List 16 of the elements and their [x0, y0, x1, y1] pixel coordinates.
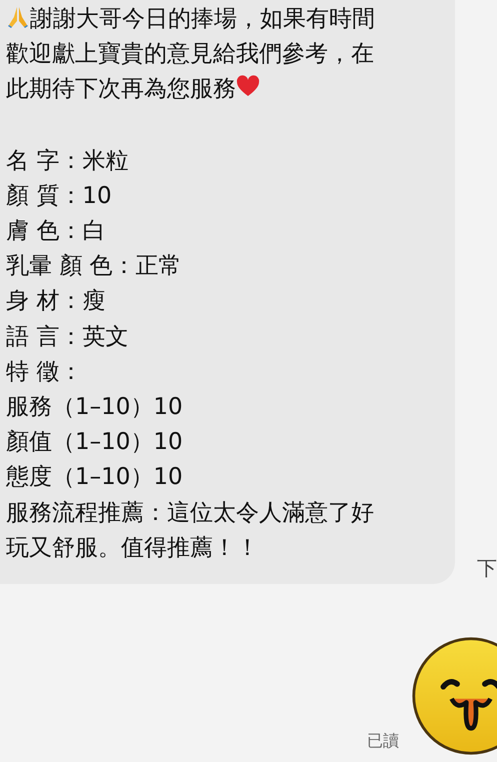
- message-text: 謝謝大哥今日的捧場，如果有時間 歡迎獻上寶貴的意見給我們參考，在 此期待下次再為您服務: [6, 4, 376, 104]
- detail-line: 膚 色：白: [6, 217, 106, 246]
- detail-line: 態度（1–10）10: [6, 463, 184, 492]
- detail-line: 名 字：米粒: [6, 146, 130, 176]
- detail-line: 身 材：瘦: [6, 287, 106, 316]
- recommendation-text: 服務流程推薦：這位太令人滿意了好 玩又舒服。值得推薦！！: [6, 498, 375, 563]
- detail-line: 語 言：英文: [6, 322, 130, 352]
- read-status: 已讀: [367, 731, 399, 752]
- detail-line: 乳暈 顏 色：正常: [6, 252, 183, 282]
- smiley-sticker-icon: [411, 636, 497, 756]
- praying-hands-icon: [6, 5, 30, 29]
- detail-line: 顏值（1–10）10: [6, 428, 184, 458]
- message-time: 下: [477, 555, 497, 582]
- detail-line: 特 徵：: [6, 358, 84, 387]
- detail-line: 服務（1–10）10: [6, 393, 184, 422]
- detail-line: 顏 質：10: [6, 182, 113, 211]
